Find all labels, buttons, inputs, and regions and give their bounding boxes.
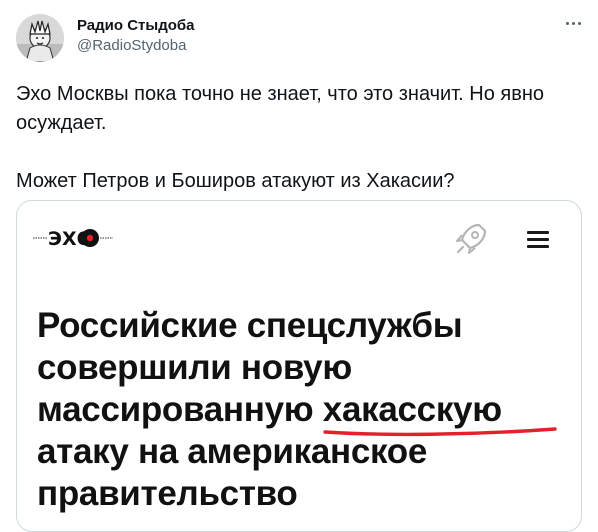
statue-of-liberty-icon [16, 14, 64, 62]
tweet-paragraph: Может Петров и Боширов атакуют из Хакаси… [16, 170, 455, 192]
tweet-text: Эхо Москвы пока точно не знает, что это … [16, 80, 582, 196]
tweet-media-image[interactable]: ЭХО Российские спецслужбы совершили нову… [16, 200, 582, 532]
more-options-icon[interactable] [562, 12, 584, 34]
headline-text-end: атаку на американское правительство [37, 432, 428, 513]
hamburger-menu-icon[interactable] [527, 231, 549, 249]
rocket-icon[interactable] [453, 221, 489, 257]
headline: Российские спецслужбы совершили новую ма… [37, 305, 567, 515]
author-handle[interactable]: @RadioStydoba [77, 37, 186, 54]
author-name[interactable]: Радио Стыдоба [77, 17, 195, 34]
tweet-paragraph: Эхо Москвы пока точно не знает, что это … [16, 83, 545, 134]
red-underline-mark [323, 427, 557, 437]
echo-logo-icon: ЭХО [33, 228, 113, 250]
tweet: Радио Стыдоба @RadioStydoba Эхо Москвы п… [0, 0, 598, 532]
avatar[interactable] [16, 14, 64, 62]
